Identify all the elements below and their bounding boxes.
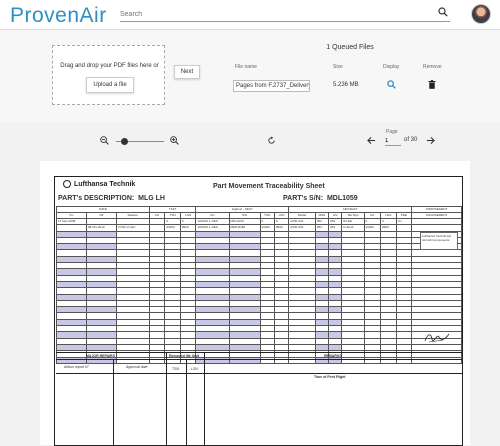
queued-files-title: 1 Queued Files (326, 44, 374, 51)
page-label: Page (386, 129, 398, 135)
remarks-label: REMARKS (324, 354, 342, 358)
lufthansa-logo: Lufthansa Technik (63, 180, 135, 188)
airbus-report-label: Airbus report N° (64, 365, 89, 369)
handwritten-signature (424, 333, 450, 343)
zoom-out-icon[interactable] (100, 136, 109, 145)
part-serial: PART's S/N: MDL1059 (283, 195, 358, 202)
major-repairs-label: MAJOR REPAIRS (86, 354, 115, 358)
sheet-title: Part Movement Traceability Sheet (213, 183, 325, 190)
next-button[interactable]: Next (174, 65, 200, 79)
part-serial-label: PART's S/N: (283, 195, 324, 202)
user-avatar[interactable] (471, 4, 491, 24)
zoom-slider-handle[interactable] (121, 138, 128, 145)
divider (113, 359, 114, 445)
removed-life-label: Removed life limit (169, 354, 199, 358)
top-bar: ProvenAir (0, 0, 500, 30)
queued-file-size: 5.236 MB (333, 82, 359, 88)
part-description-label: PART's DESCRIPTION: (58, 195, 135, 202)
search-icon[interactable] (438, 7, 448, 17)
divider (56, 359, 462, 360)
display-search-icon[interactable] (387, 80, 396, 89)
search-input[interactable] (120, 8, 450, 22)
page-number-input[interactable] (385, 136, 401, 146)
part-serial-value: MDL1059 (326, 195, 358, 202)
traceability-grid: DATE TSFT Highest - SESY AIRCRAFT DISPOS… (56, 206, 462, 364)
tsn-label: TSN (172, 367, 179, 371)
header-size: Size (333, 64, 343, 70)
approval-date-label: Approval date (126, 365, 148, 369)
crane-logo-icon (63, 180, 71, 188)
file-dropzone[interactable]: Drag and drop your PDF files here or Upl… (52, 45, 165, 105)
page-total: of 30 (404, 137, 418, 143)
part-description: PART's DESCRIPTION: MLG LH (58, 195, 165, 202)
rotate-icon[interactable] (267, 136, 276, 145)
divider (166, 353, 167, 445)
divider (186, 359, 187, 445)
signature-stamp: Lufthansa Technik AG Aircraft Components (420, 232, 458, 250)
divider (56, 373, 462, 374)
bottom-section: MAJOR REPAIRS Removed life limit REMARKS… (56, 352, 462, 445)
zoom-in-icon[interactable] (170, 136, 179, 145)
previous-page-icon[interactable] (367, 136, 376, 145)
next-page-icon[interactable] (426, 136, 435, 145)
traceability-table: DATE TSFT Highest - SESY AIRCRAFT DISPOS… (56, 206, 462, 364)
queued-file-name: Pages from F.2737_Delivery F (233, 80, 310, 92)
header-display: Display (383, 64, 400, 70)
time-of-flight-label: Time of First Flight (314, 375, 346, 379)
viewer-toolbar (0, 122, 500, 158)
header-file-name: File name (235, 64, 257, 70)
header-remove: Remove (423, 64, 442, 70)
trash-icon[interactable] (428, 80, 436, 89)
divider (204, 353, 205, 445)
lufthansa-logo-text: Lufthansa Technik (74, 180, 136, 188)
dropzone-text: Drag and drop your PDF files here or (60, 63, 159, 69)
part-description-value: MLG LH (138, 195, 165, 202)
lsn-label: LSN (191, 367, 198, 371)
app-logo[interactable]: ProvenAir (10, 4, 107, 28)
upload-file-button[interactable]: Upload a file (86, 77, 134, 93)
